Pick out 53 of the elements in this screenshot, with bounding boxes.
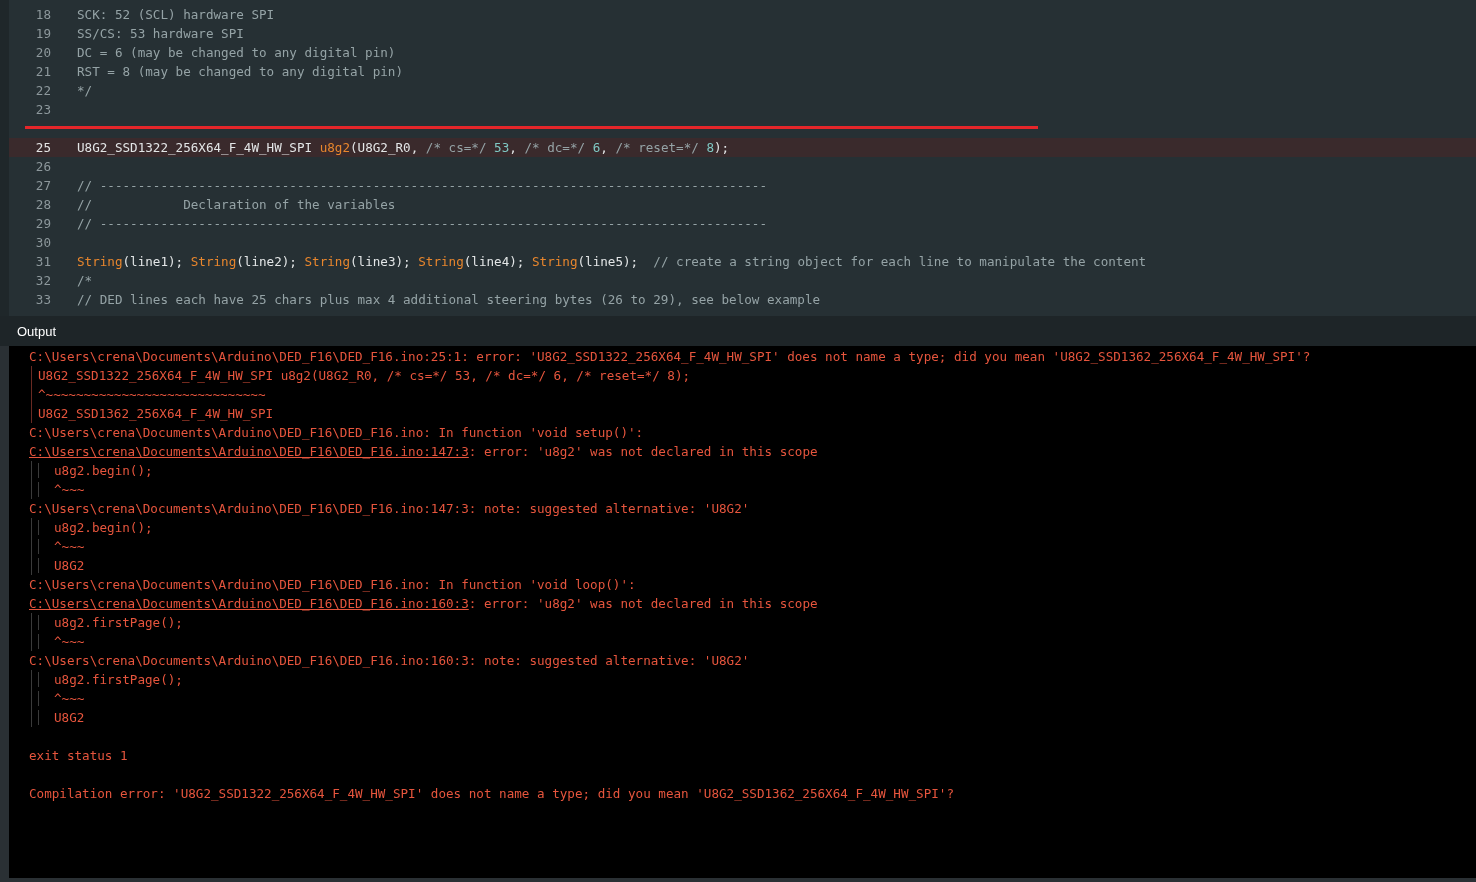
console-line: ^~~~ — [38, 634, 85, 649]
line-number: 21 — [34, 63, 52, 81]
console-line: C:\Users\crena\Documents\Arduino\DED_F16\DED_F16.ino: In function 'void setup()': — [29, 425, 644, 440]
console-line: U8G2 — [38, 558, 85, 573]
line-number: 19 — [34, 25, 52, 43]
console-line: C:\Users\crena\Documents\Arduino\DED_F16\DED_F16.ino:25:1: error: 'U8G2_SSD1322_256X64_F_4W_HW_SPI' does not name a type; did you mean 'U8G2_SSD1362_256X64_F_4W_HW_SPI'? — [29, 349, 1311, 364]
code-line: U8G2_SSD1322_256X64_F_4W_HW_SPI u8g2(U8G2_R0, /* cs=*/ 53, /* dc=*/ 6, /* reset=*/ 8); — [77, 139, 730, 157]
console-line: U8G2_SSD1322_256X64_F_4W_HW_SPI u8g2(U8G2_R0, /* cs=*/ 53, /* dc=*/ 6, /* reset=*/ 8); — [38, 368, 691, 383]
line-number: 26 — [34, 158, 52, 176]
console-line: C:\Users\crena\Documents\Arduino\DED_F16\DED_F16.ino: In function 'void loop()': — [29, 577, 636, 592]
line-number: 20 — [34, 44, 52, 62]
console-line: u8g2.begin(); — [38, 463, 153, 478]
console-line: u8g2.firstPage(); — [38, 615, 183, 630]
console-line: C:\Users\crena\Documents\Arduino\DED_F16\DED_F16.ino:160:3: error: 'u8g2' was not declared in this scope — [29, 596, 818, 611]
console-line: C:\Users\crena\Documents\Arduino\DED_F16\DED_F16.ino:147:3: note: suggested alternative: 'U8G2' — [29, 501, 750, 516]
line-number: 29 — [34, 215, 52, 233]
code-line: DC = 6 (may be changed to any digital pin) — [77, 44, 396, 62]
line-number: 18 — [34, 6, 52, 24]
line-number: 30 — [34, 234, 52, 252]
console-line: ^~~~ — [38, 691, 85, 706]
line-number: 27 — [34, 177, 52, 195]
console-line: u8g2.firstPage(); — [38, 672, 183, 687]
line-number: 32 — [34, 272, 52, 290]
line-number: 28 — [34, 196, 52, 214]
console-line: ^~~~ — [38, 482, 85, 497]
file-link[interactable]: C:\Users\crena\Documents\Arduino\DED_F16\DED_F16.ino:160:3 — [29, 596, 469, 611]
console-line: U8G2_SSD1362_256X64_F_4W_HW_SPI — [38, 406, 274, 421]
console-line: C:\Users\crena\Documents\Arduino\DED_F16\DED_F16.ino:160:3: note: suggested alternative: 'U8G2' — [29, 653, 750, 668]
panel-title: Output — [17, 323, 57, 339]
code-line: // DED lines each have 25 chars plus max 4 additional steering bytes (26 to 29), see below example — [77, 291, 821, 309]
file-link[interactable]: C:\Users\crena\Documents\Arduino\DED_F16\DED_F16.ino:147:3 — [29, 444, 469, 459]
console-line: exit status 1 — [29, 748, 128, 763]
code-line: // ---------------------------------------------------------------------------------------- — [77, 215, 767, 233]
code-editor[interactable] — [0, 0, 1476, 316]
line-number: 33 — [34, 291, 52, 309]
code-line: SS/CS: 53 hardware SPI — [77, 25, 244, 43]
code-line: */ — [77, 82, 93, 100]
code-line: RST = 8 (may be changed to any digital pin) — [77, 63, 404, 81]
line-number: 22 — [34, 82, 52, 100]
line-number: 23 — [34, 101, 52, 119]
console-line: ^~~~~~~~~~~~~~~~~~~~~~~~~~~~~~ — [38, 387, 266, 402]
console-line: ^~~~ — [38, 539, 85, 554]
code-line: // ---------------------------------------------------------------------------------------- — [77, 177, 767, 195]
console-line: C:\Users\crena\Documents\Arduino\DED_F16\DED_F16.ino:147:3: error: 'u8g2' was not declared in this scope — [29, 444, 818, 459]
code-line: // Declaration of the variables — [77, 196, 396, 214]
console-line: Compilation error: 'U8G2_SSD1322_256X64_F_4W_HW_SPI' does not name a type; did you mean 'U8G2_SSD1362_256X64_F_4W_HW_SPI'? — [29, 786, 954, 801]
code-line: /* — [77, 272, 93, 290]
line-number: 25 — [34, 139, 52, 157]
code-line: SCK: 52 (SCL) hardware SPI — [77, 6, 275, 24]
code-line: String(line1); String(line2); String(line3); String(line4); String(line5); // create a string object for each line to manipulate the content — [77, 253, 1147, 271]
console-line: U8G2 — [38, 710, 85, 725]
line-number: 31 — [34, 253, 52, 271]
console-line: u8g2.begin(); — [38, 520, 153, 535]
